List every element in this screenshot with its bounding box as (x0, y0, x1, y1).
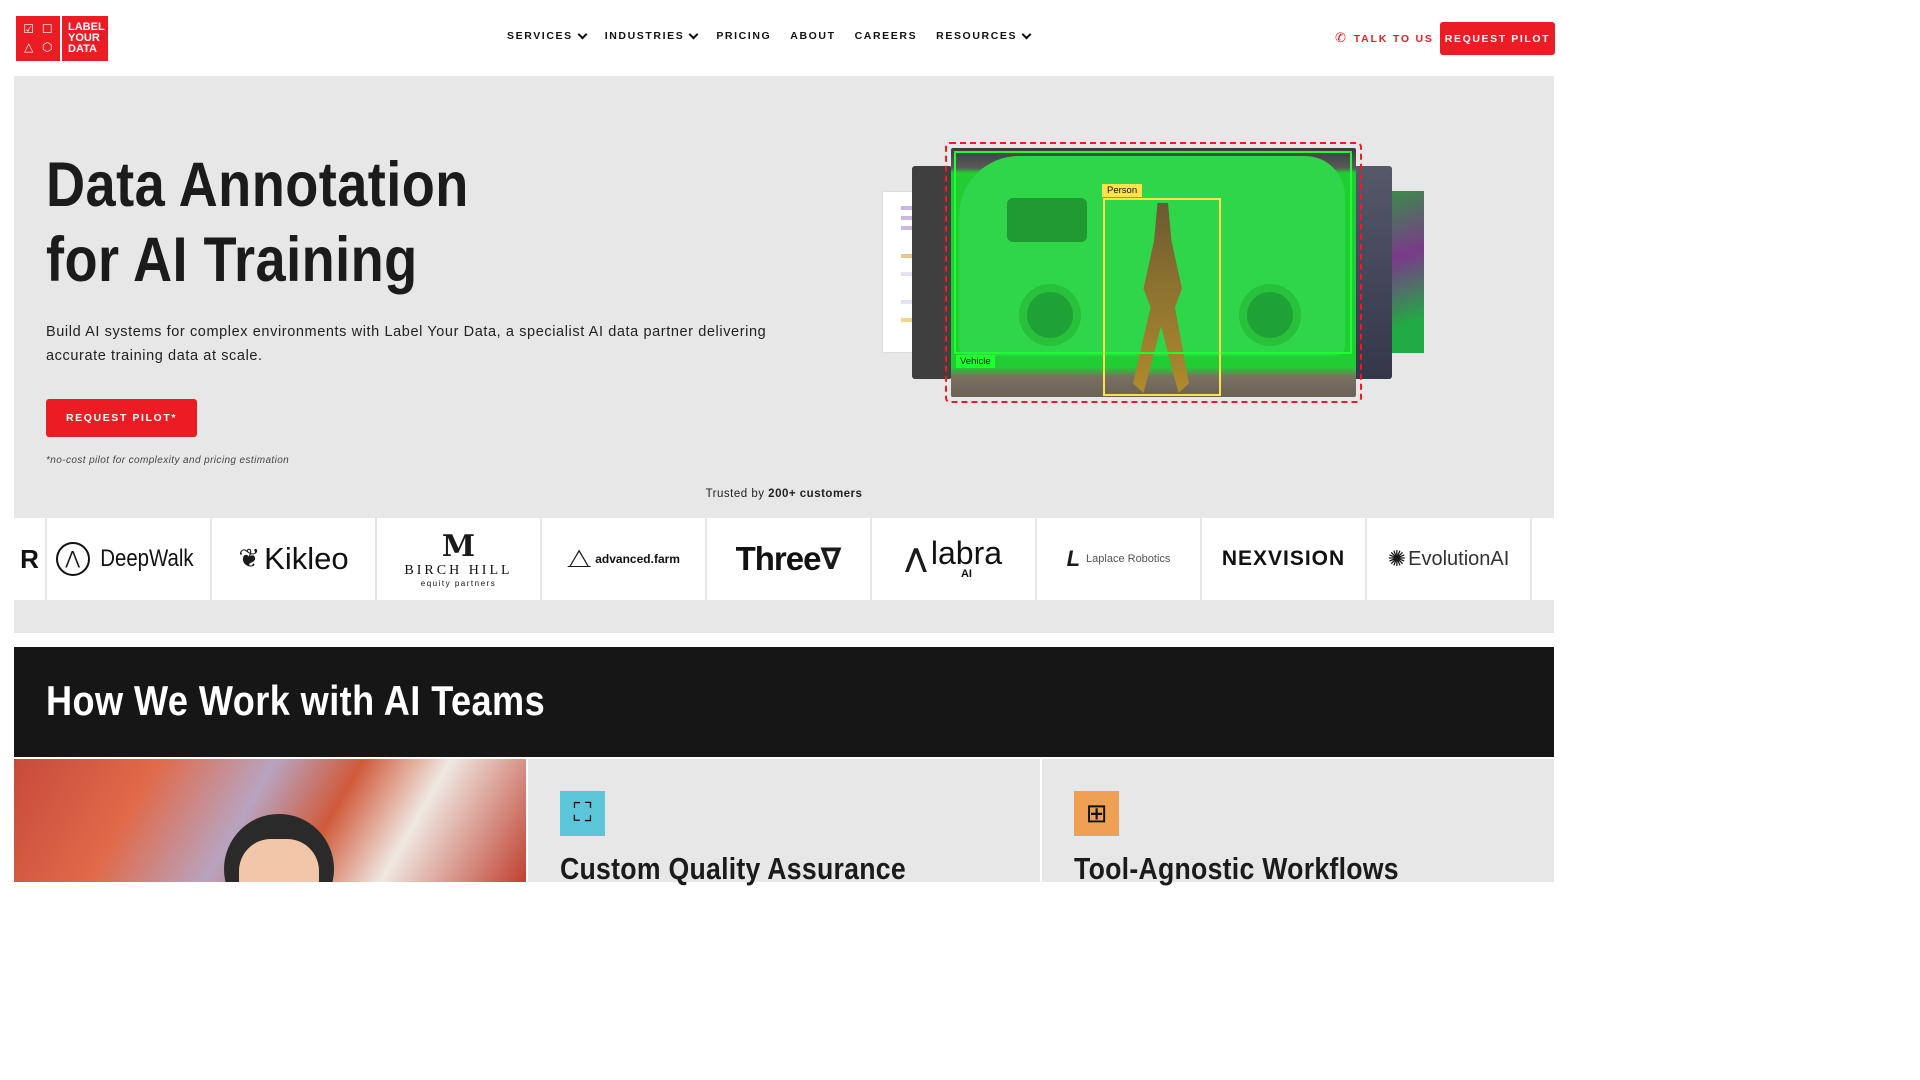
customer-logo-strip: R ⋀ DeepWalk ❦ Kikleo M BIRCH HILL equit… (14, 518, 1554, 600)
nav-label: PRICING (716, 30, 772, 42)
labra-wordmark: labra AI (930, 535, 1003, 580)
customer-logo-labra: ⋀ labra AI (872, 518, 1037, 600)
feature-card-quality-assurance[interactable]: ⛶ Custom Quality Assurance (528, 759, 1040, 886)
trusted-by-text: Trusted by 200+ customers (14, 488, 1554, 500)
customer-logo-subtext: AI (960, 568, 972, 580)
customer-logo (1532, 518, 1554, 600)
birch-hill-monogram-icon: M (441, 528, 476, 564)
focus-sparkle-icon: ⛶ (560, 791, 605, 836)
customer-logo-kikleo: ❦ Kikleo (212, 518, 377, 600)
talk-to-us-label: TALK TO US (1353, 32, 1434, 45)
street-scene-image: Person Vehicle (951, 148, 1356, 397)
nav-label: ABOUT (790, 30, 836, 42)
hero-title-line2: for AI Training (46, 225, 418, 295)
square-icon: ☐ (41, 22, 53, 36)
logo-wordmark: LABEL YOUR DATA (62, 16, 105, 61)
customer-logo-text: EvolutionAI (1408, 547, 1510, 570)
customer-logo-nexvision: NEXVISION (1202, 518, 1367, 600)
customer-logo-text: labra (930, 535, 1003, 571)
grid-squares-icon: ⊞ (1074, 791, 1119, 836)
how-we-work-title: How We Work with AI Teams (46, 677, 546, 724)
hero-subtitle: Build AI systems for complex environment… (46, 324, 767, 364)
check-box-icon: ☑ (23, 22, 35, 36)
customer-logo-advanced-farm: ⧍ advanced.farm (542, 518, 707, 600)
nav-label: RESOURCES (936, 30, 1018, 42)
laplace-l-icon: L (1066, 546, 1081, 571)
nav-pricing[interactable]: PRICING (716, 30, 771, 42)
vehicle-label-tag: Vehicle (956, 355, 995, 368)
customer-logo-text: BIRCH HILL (404, 562, 513, 578)
lidar-preview-card[interactable] (1392, 191, 1424, 353)
deepwalk-emblem-icon: ⋀ (55, 542, 90, 576)
annotation-carousel: Person Vehicle (882, 140, 1442, 410)
trusted-count: 200+ customers (768, 488, 863, 500)
nav-label: SERVICES (507, 30, 573, 42)
customer-logo-text: Kikleo (264, 541, 349, 576)
hero-title-line1: Data Annotation (46, 150, 469, 220)
kikleo-leaf-icon: ❦ (238, 544, 261, 574)
feature-card-title: Custom Quality Assurance (560, 851, 906, 886)
logo-icon-grid: ☑ ☐ △ ⬡ (16, 16, 62, 61)
nav-label: INDUSTRIES (604, 30, 685, 42)
customer-logo: R (14, 518, 47, 600)
team-member-photo (14, 759, 526, 882)
chevron-down-icon (1021, 29, 1032, 39)
customer-logo-text: NEXVISION (1221, 547, 1346, 570)
feature-card-title: Tool-Agnostic Workflows (1074, 851, 1399, 886)
triangle-icon: △ (24, 40, 34, 54)
advanced-farm-triangle-icon: ⧍ (567, 543, 592, 574)
three-v-mark-icon: ∇ (820, 541, 842, 577)
site-header: ☑ ☐ △ ⬡ LABEL YOUR DATA SERVICES INDUSTR… (0, 0, 1568, 76)
customer-logo-text: Laplace Robotics (1086, 553, 1171, 565)
logo-word-data: DATA (68, 43, 97, 55)
label-your-data-logo[interactable]: ☑ ☐ △ ⬡ LABEL YOUR DATA (16, 16, 108, 61)
evolutionai-dots-icon: ✺ (1387, 546, 1407, 572)
customer-logo-evolutionai: ✺ EvolutionAI (1367, 518, 1532, 600)
nav-label: CAREERS (854, 30, 918, 42)
request-pilot-hero-button[interactable]: REQUEST PILOT* (46, 399, 197, 437)
chevron-down-icon (688, 29, 699, 39)
nav-about[interactable]: ABOUT (790, 30, 835, 42)
person-face (239, 839, 319, 882)
person-label-tag: Person (1102, 184, 1143, 197)
labra-mountain-icon: ⋀ (904, 544, 927, 574)
customer-logo-subtext: equity partners (420, 578, 497, 588)
annotated-image-frame[interactable]: Person Vehicle (945, 142, 1362, 403)
customer-logo-text: Three (735, 540, 822, 577)
talk-to-us-link[interactable]: ✆ TALK TO US (1335, 31, 1434, 46)
customer-logo-text: DeepWalk (99, 545, 194, 572)
customer-logo-deepwalk: ⋀ DeepWalk (47, 518, 212, 600)
person-bounding-box (1103, 198, 1221, 396)
phone-icon: ✆ (1335, 31, 1348, 46)
customer-logo-three: Three ∇ (707, 518, 872, 600)
customer-logo-text: R (20, 543, 39, 574)
customer-logo-laplace-robotics: L Laplace Robotics (1037, 518, 1202, 600)
how-we-work-section: How We Work with AI Teams (14, 647, 1554, 757)
nav-careers[interactable]: CAREERS (855, 30, 918, 42)
trusted-prefix: Trusted by (705, 488, 769, 500)
customer-logo-text: advanced.farm (595, 552, 680, 566)
request-pilot-header-button[interactable]: REQUEST PILOT (1440, 22, 1555, 55)
customer-logo-birch-hill: M BIRCH HILL equity partners (377, 518, 542, 600)
chevron-down-icon (577, 29, 588, 39)
feature-card-tool-agnostic[interactable]: ⊞ Tool-Agnostic Workflows (1042, 759, 1554, 886)
nav-services[interactable]: SERVICES (507, 29, 588, 42)
nav-resources[interactable]: RESOURCES (936, 29, 1032, 42)
nav-industries[interactable]: INDUSTRIES (604, 29, 699, 42)
pilot-note: *no-cost pilot for complexity and pricin… (46, 455, 290, 466)
cube-icon: ⬡ (42, 40, 53, 54)
main-nav: SERVICES INDUSTRIES PRICING ABOUT CAREER… (507, 29, 1032, 42)
how-we-work-cards: ⛶ Custom Quality Assurance ⊞ Tool-Agnost… (14, 759, 1554, 886)
hero-title: Data Annotation for AI Training (46, 148, 665, 298)
